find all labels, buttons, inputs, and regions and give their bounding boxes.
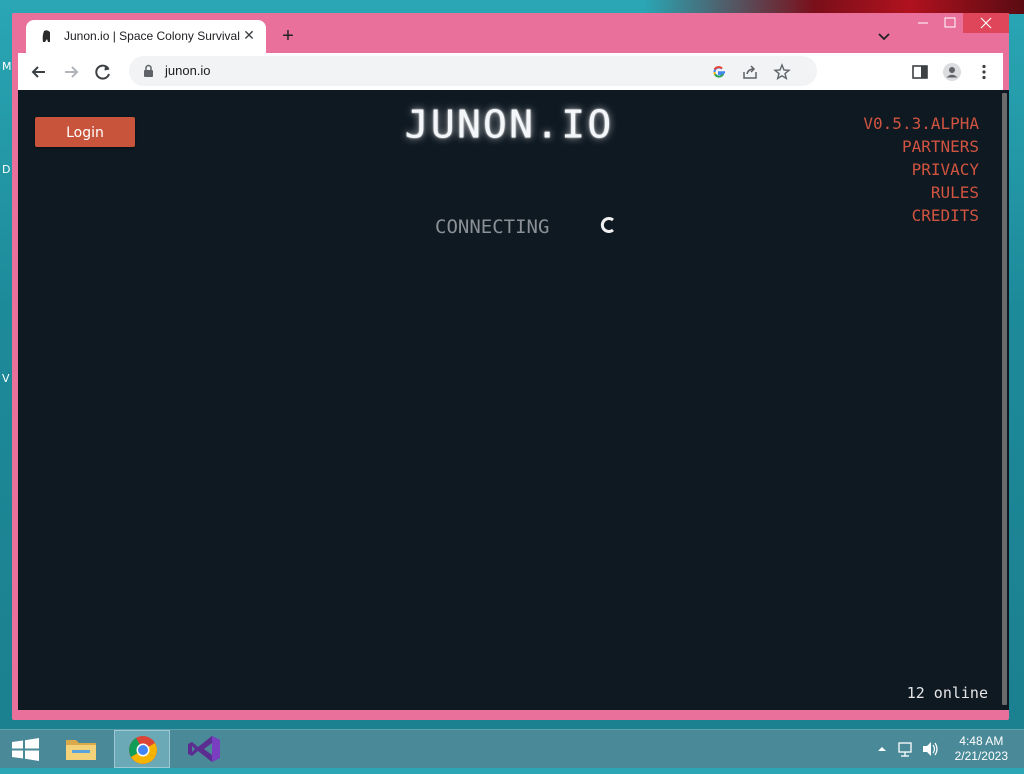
volume-icon[interactable] <box>920 730 940 768</box>
partners-link[interactable]: PARTNERS <box>863 135 979 158</box>
desktop-wallpaper-corner <box>644 0 1024 14</box>
window-close-icon <box>980 17 992 29</box>
more-menu-icon[interactable] <box>974 62 994 82</box>
windows-start-icon <box>12 738 39 761</box>
chrome-icon <box>129 736 157 764</box>
taskbar-clock[interactable]: 4:48 AM 2/21/2023 <box>955 734 1008 764</box>
top-right-links: V0.5.3.ALPHA PARTNERS PRIVACY RULES CRED… <box>863 112 979 227</box>
network-icon[interactable] <box>896 730 916 768</box>
browser-window: Junon.io | Space Colony Survival ✕ + jun… <box>12 13 1009 720</box>
version-link[interactable]: V0.5.3.ALPHA <box>863 112 979 135</box>
minimize-icon <box>918 22 928 24</box>
side-panel-icon[interactable] <box>910 62 930 82</box>
rules-link[interactable]: RULES <box>863 181 979 204</box>
system-tray <box>874 730 938 768</box>
forward-icon[interactable] <box>60 61 82 83</box>
show-hidden-icons-icon[interactable] <box>874 730 890 768</box>
back-icon[interactable] <box>28 61 50 83</box>
maximize-button[interactable] <box>935 13 965 33</box>
tab-title: Junon.io | Space Colony Survival <box>64 29 240 43</box>
favicon-icon <box>42 30 50 42</box>
reload-icon[interactable] <box>92 61 114 83</box>
loading-spinner-icon <box>600 217 614 233</box>
visual-studio-button[interactable] <box>176 730 232 768</box>
maximize-icon <box>944 17 956 28</box>
google-icon[interactable] <box>710 63 728 81</box>
visual-studio-icon <box>188 736 220 762</box>
page-viewport: Login JUNON.IO V0.5.3.ALPHA PARTNERS PRI… <box>18 90 1000 710</box>
clock-time: 4:48 AM <box>959 734 1004 748</box>
file-explorer-icon <box>66 740 96 760</box>
profile-avatar-icon[interactable] <box>942 62 962 82</box>
address-bar[interactable]: junon.io <box>129 56 817 86</box>
game-title: JUNON.IO <box>404 103 614 147</box>
minimize-button[interactable] <box>908 13 938 33</box>
file-explorer-button[interactable] <box>54 730 110 768</box>
browser-toolbar: junon.io <box>18 53 1003 90</box>
lock-icon[interactable] <box>143 64 154 78</box>
desktop-icon-label[interactable]: M <box>2 60 12 73</box>
page-scrollbar[interactable] <box>1000 90 1009 710</box>
browser-tab[interactable]: Junon.io | Space Colony Survival ✕ <box>26 20 266 53</box>
scrollbar-thumb[interactable] <box>1002 93 1007 705</box>
chrome-taskbar-button[interactable] <box>114 730 170 768</box>
connecting-status: CONNECTING <box>435 216 550 238</box>
close-tab-icon[interactable]: ✕ <box>240 26 258 44</box>
desktop-icon-label[interactable]: V <box>2 372 10 385</box>
privacy-link[interactable]: PRIVACY <box>863 158 979 181</box>
bookmark-star-icon[interactable] <box>773 63 791 81</box>
new-tab-button[interactable]: + <box>276 25 300 49</box>
online-count: 12 online <box>906 684 988 702</box>
clock-date: 2/21/2023 <box>954 749 1008 763</box>
window-close-button[interactable] <box>963 13 1009 33</box>
tab-search-icon[interactable] <box>874 26 894 46</box>
desktop-icon-label[interactable]: D <box>2 163 10 176</box>
share-icon[interactable] <box>741 63 759 81</box>
credits-link[interactable]: CREDITS <box>863 204 979 227</box>
start-button[interactable] <box>0 730 56 768</box>
taskbar: 4:48 AM 2/21/2023 <box>0 729 1024 768</box>
url-text[interactable]: junon.io <box>165 63 211 78</box>
tab-strip: Junon.io | Space Colony Survival ✕ + <box>12 13 1009 53</box>
